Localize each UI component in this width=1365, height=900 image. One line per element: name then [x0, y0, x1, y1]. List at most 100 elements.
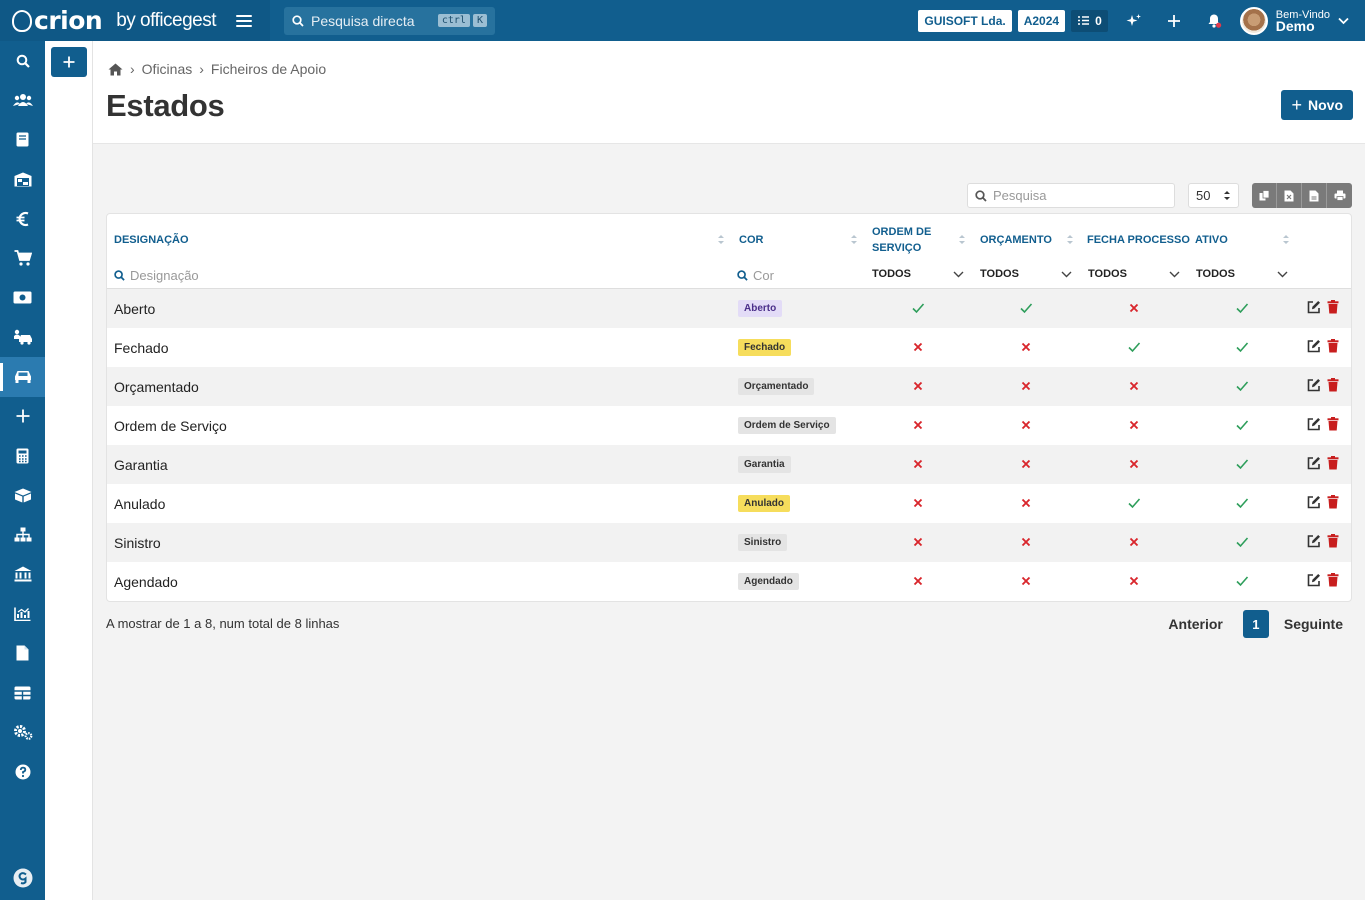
delete-icon[interactable] [1327, 339, 1341, 353]
cell-designacao: Garantia [114, 457, 168, 473]
sidebar-item-search[interactable] [0, 41, 45, 81]
csv-button[interactable] [1302, 183, 1327, 208]
year-badge[interactable]: A2024 [1017, 9, 1066, 32]
table-row[interactable]: Orçamentado Orçamentado [107, 367, 1351, 406]
kbd-k: K [472, 14, 487, 27]
table-search-input[interactable]: Pesquisa [967, 183, 1175, 208]
filter-fecha-processo-select[interactable]: TODOS [1088, 268, 1127, 280]
filter-orcamento-select[interactable]: TODOS [980, 268, 1019, 280]
calculator-icon [16, 448, 29, 464]
table-row[interactable]: Garantia Garantia [107, 445, 1351, 484]
global-search[interactable]: Pesquisa directa ctrl K [284, 6, 495, 35]
brand[interactable]: crion by officegest [0, 0, 270, 41]
print-button[interactable] [1327, 183, 1352, 208]
sidebar-item-gears[interactable] [0, 713, 45, 753]
column-header-fecha-processo[interactable]: FECHA PROCESSO [1087, 232, 1190, 248]
cross-icon [911, 457, 925, 471]
delete-icon[interactable] [1327, 573, 1341, 587]
sidebar-item-chart[interactable] [0, 594, 45, 634]
table-row[interactable]: Fechado Fechado [107, 328, 1351, 367]
sidebar-item-book[interactable] [0, 120, 45, 160]
edit-icon[interactable] [1307, 378, 1321, 392]
chevron-down-icon[interactable] [1277, 271, 1288, 278]
chevron-down-icon[interactable] [953, 271, 964, 278]
column-header-ativo[interactable]: ATIVO [1195, 232, 1228, 248]
delete-icon[interactable] [1327, 417, 1341, 431]
delete-icon[interactable] [1327, 495, 1341, 509]
sort-icon[interactable] [958, 234, 966, 245]
sort-icon[interactable] [1282, 234, 1290, 245]
cross-icon [911, 340, 925, 354]
sidebar-item-cart[interactable] [0, 239, 45, 279]
chevron-down-icon[interactable] [1061, 271, 1072, 278]
sidebar-item-car-people[interactable] [0, 318, 45, 358]
chevron-down-icon[interactable] [1338, 17, 1349, 25]
table-row[interactable]: Sinistro Sinistro [107, 523, 1351, 562]
sidebar-item-calculator[interactable] [0, 436, 45, 476]
delete-icon[interactable] [1327, 456, 1341, 470]
cross-icon [1019, 418, 1033, 432]
quick-add-button[interactable] [51, 47, 87, 77]
delete-icon[interactable] [1327, 534, 1341, 548]
sidebar-item-car[interactable] [0, 357, 45, 397]
table-row[interactable]: Ordem de Serviço Ordem de Serviço [107, 406, 1351, 445]
tasks-badge[interactable]: 0 [1071, 9, 1108, 32]
sidebar-item-money[interactable] [0, 278, 45, 318]
prev-page-button[interactable]: Anterior [1168, 616, 1222, 632]
search-icon [114, 270, 125, 281]
edit-icon[interactable] [1307, 534, 1321, 548]
add-icon[interactable] [1154, 0, 1194, 41]
page-button-1[interactable]: 1 [1242, 610, 1269, 638]
sidebar-item-hierarchy[interactable] [0, 515, 45, 555]
page-size-select[interactable]: 50 [1188, 183, 1239, 208]
filter-ativo-select[interactable]: TODOS [1196, 268, 1235, 280]
check-icon [1235, 379, 1249, 393]
edit-icon[interactable] [1307, 339, 1321, 353]
edit-icon[interactable] [1307, 300, 1321, 314]
sidebar-item-table[interactable] [0, 673, 45, 713]
filter-designacao[interactable]: Designação [114, 268, 199, 283]
sidebar-item-box[interactable] [0, 476, 45, 516]
column-header-ordem-servico[interactable]: ORDEM DE SERVIÇO [872, 224, 931, 256]
delete-icon[interactable] [1327, 378, 1341, 392]
table-row[interactable]: Anulado Anulado [107, 484, 1351, 523]
sort-icon[interactable] [1066, 234, 1074, 245]
filter-ordem-servico-select[interactable]: TODOS [872, 268, 911, 280]
menu-toggle-icon[interactable] [236, 14, 253, 27]
breadcrumb-item-oficinas[interactable]: Oficinas [142, 61, 193, 77]
table-row[interactable]: Agendado Agendado [107, 562, 1351, 601]
sidebar-item-plus[interactable] [0, 397, 45, 437]
column-header-designacao[interactable]: DESIGNAÇÃO [114, 232, 189, 248]
sort-icon[interactable] [717, 234, 725, 245]
company-badge[interactable]: GUISOFT Lda. [918, 9, 1012, 32]
sort-icon[interactable] [850, 234, 858, 245]
column-header-orcamento[interactable]: ORÇAMENTO [980, 232, 1052, 248]
table-row[interactable]: Aberto Aberto [107, 289, 1351, 328]
officegest-logo-icon[interactable] [0, 868, 45, 888]
excel-button[interactable] [1277, 183, 1302, 208]
sidebar-item-users[interactable] [0, 81, 45, 121]
new-button[interactable]: + Novo [1281, 90, 1353, 120]
avatar[interactable] [1239, 6, 1268, 35]
edit-icon[interactable] [1307, 573, 1321, 587]
sidebar-item-help[interactable] [0, 752, 45, 792]
delete-icon[interactable] [1327, 300, 1341, 314]
sidebar-item-warehouse[interactable] [0, 160, 45, 200]
box-icon [14, 488, 32, 503]
bell-icon[interactable] [1194, 0, 1234, 41]
ai-sparkle-icon[interactable] [1114, 0, 1154, 41]
edit-icon[interactable] [1307, 417, 1321, 431]
filter-cor[interactable]: Cor [737, 268, 774, 283]
home-icon[interactable] [108, 63, 123, 76]
column-header-cor[interactable]: COR [739, 232, 763, 248]
copy-button[interactable] [1252, 183, 1277, 208]
sidebar-item-euro[interactable] [0, 199, 45, 239]
next-page-button[interactable]: Seguinte [1284, 616, 1343, 632]
edit-icon[interactable] [1307, 456, 1321, 470]
breadcrumb-item-ficheiros[interactable]: Ficheiros de Apoio [211, 61, 326, 77]
chevron-down-icon[interactable] [1169, 271, 1180, 278]
sidebar-item-file[interactable] [0, 634, 45, 674]
user-menu[interactable]: Bem-Vindo Demo [1276, 9, 1330, 33]
sidebar-item-bank[interactable] [0, 555, 45, 595]
edit-icon[interactable] [1307, 495, 1321, 509]
